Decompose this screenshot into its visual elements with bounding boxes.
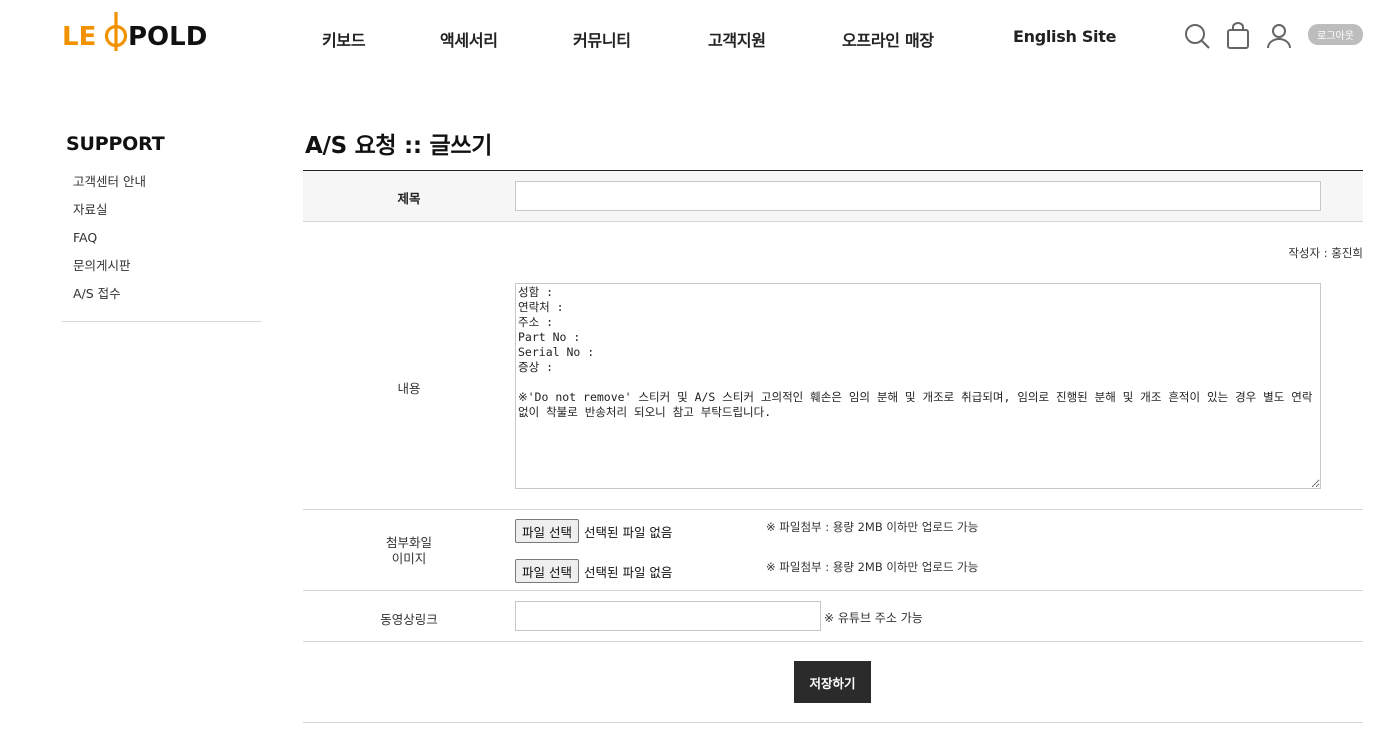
content-row: 작성자 : 홍진희 내용 성함 : 연락처 : 주소 : Part No : S…	[303, 222, 1363, 510]
user-icon[interactable]	[1264, 21, 1294, 51]
nav-accessory[interactable]: 액세서리	[440, 27, 498, 51]
file-input-1: 파일 선택 선택된 파일 없음	[515, 519, 672, 543]
file-select-button[interactable]: 파일 선택	[515, 559, 579, 583]
sidebar-item-customer-center[interactable]: 고객센터 안내	[62, 173, 262, 201]
content-textarea[interactable]: 성함 : 연락처 : 주소 : Part No : Serial No : 증상…	[515, 283, 1321, 489]
file-select-button[interactable]: 파일 선택	[515, 519, 579, 543]
main-content: A/S 요청 :: 글쓰기 제목 작성자 : 홍진희 내용 성함 : 연락처 :…	[303, 128, 1363, 723]
subject-row: 제목	[303, 171, 1363, 222]
nav-english-site[interactable]: English Site	[1013, 27, 1116, 46]
file-input-2: 파일 선택 선택된 파일 없음	[515, 559, 672, 583]
video-link-input[interactable]	[515, 601, 821, 631]
sidebar-item-downloads[interactable]: 자료실	[62, 201, 262, 229]
utility-menu	[1182, 20, 1294, 52]
file-status: 선택된 파일 없음	[583, 524, 673, 540]
nav-offline-store[interactable]: 오프라인 매장	[842, 27, 934, 51]
writer-info: 작성자 : 홍진희	[1288, 246, 1363, 260]
svg-text:POLD: POLD	[128, 22, 207, 52]
sidebar-item-as-request[interactable]: A/S 접수	[62, 285, 262, 313]
subject-input[interactable]	[515, 181, 1321, 211]
sidebar: SUPPORT 고객센터 안내 자료실 FAQ 문의게시판 A/S 접수	[62, 133, 262, 322]
subject-label: 제목	[397, 191, 421, 206]
page-title: A/S 요청 :: 글쓰기	[305, 133, 493, 159]
nav-community[interactable]: 커뮤니티	[573, 27, 631, 51]
save-button[interactable]: 저장하기	[794, 661, 871, 703]
attachment-label-line2: 이미지	[391, 551, 427, 566]
svg-text:LE: LE	[62, 22, 96, 52]
logout-button[interactable]: 로그아웃	[1308, 24, 1363, 45]
file-size-note: ※ 파일첨부 : 용량 2MB 이하만 업로드 가능	[766, 560, 979, 574]
video-link-note: ※ 유튜브 주소 가능	[824, 611, 923, 625]
sidebar-menu: 고객센터 안내 자료실 FAQ 문의게시판 A/S 접수	[62, 173, 262, 322]
content-label: 내용	[397, 381, 421, 396]
save-row: 저장하기	[303, 642, 1363, 723]
cart-icon[interactable]	[1223, 21, 1253, 51]
file-size-note: ※ 파일첨부 : 용량 2MB 이하만 업로드 가능	[766, 520, 979, 534]
sidebar-item-qna-board[interactable]: 문의게시판	[62, 257, 262, 285]
file-status: 선택된 파일 없음	[583, 564, 673, 580]
sidebar-title: SUPPORT	[66, 133, 165, 155]
nav-keyboard[interactable]: 키보드	[322, 27, 366, 51]
leopold-logo[interactable]: LE POLD	[62, 8, 224, 52]
attachment-label: 첨부화일 이미지	[303, 535, 515, 567]
nav-support[interactable]: 고객지원	[708, 27, 766, 51]
site-header: LE POLD 키보드 액세서리 커뮤니티 고객지원 오프라인 매장 Engli…	[0, 0, 1396, 80]
as-request-form: 제목 작성자 : 홍진희 내용 성함 : 연락처 : 주소 : Part No …	[303, 170, 1363, 723]
attachment-row: 첨부화일 이미지 파일 선택 선택된 파일 없음 ※ 파일첨부 : 용량 2MB…	[303, 510, 1363, 591]
video-link-label: 동영상링크	[380, 612, 438, 627]
search-icon[interactable]	[1182, 21, 1212, 51]
attachment-label-line1: 첨부화일	[385, 535, 432, 550]
sidebar-item-faq[interactable]: FAQ	[62, 229, 262, 257]
video-link-row: 동영상링크 ※ 유튜브 주소 가능	[303, 591, 1363, 642]
